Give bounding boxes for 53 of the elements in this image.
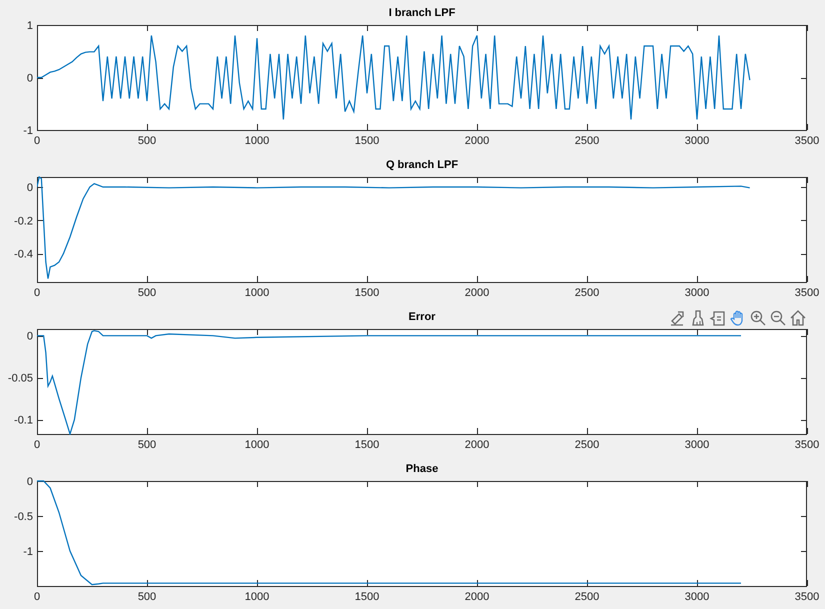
tick-label: -0.1 (14, 414, 33, 427)
chart-title: Error (408, 311, 436, 324)
tick-label: 0 (26, 476, 33, 488)
tick-label: 2500 (574, 591, 600, 603)
tick-label: 3500 (794, 287, 820, 299)
tick-label: 1500 (354, 287, 380, 299)
tick-label: 3500 (794, 439, 820, 451)
chart-title: Phase (406, 463, 438, 476)
tick-label: 2000 (464, 287, 490, 299)
tick-label: 1 (26, 20, 33, 32)
chart-title: Q branch LPF (386, 159, 458, 172)
tick-label: 500 (138, 591, 156, 603)
tick-label: -1 (23, 546, 33, 558)
tick-label: -0.5 (14, 511, 33, 523)
tick-label: 1000 (244, 439, 270, 451)
tick-label: 2000 (464, 591, 490, 603)
tick-label: 0 (34, 439, 40, 451)
tick-label: 1000 (244, 591, 270, 603)
tick-label: 0 (34, 591, 40, 603)
tick-label: 3000 (684, 287, 710, 299)
tick-label: 0 (34, 287, 40, 299)
tick-label: 500 (138, 439, 156, 451)
tick-label: 1000 (244, 287, 270, 299)
tick-label: -0.2 (14, 215, 33, 228)
tick-label: 2500 (574, 287, 600, 299)
tick-label: -0.05 (8, 372, 33, 385)
tick-label: 2000 (464, 135, 490, 147)
tick-label: 3000 (684, 591, 710, 603)
export-icon[interactable] (668, 309, 686, 327)
tick-label: 2500 (574, 439, 600, 451)
tick-label: 3500 (794, 591, 820, 603)
tick-label: 1500 (354, 439, 380, 451)
legend-icon[interactable] (708, 309, 726, 327)
tick-label: 3000 (684, 439, 710, 451)
tick-label: 0 (26, 72, 33, 84)
chart-title: I branch LPF (388, 7, 456, 20)
tick-label: -0.4 (14, 248, 33, 261)
tick-label: 1500 (354, 135, 380, 147)
tick-label: 3500 (794, 135, 820, 147)
tick-label: 2000 (464, 439, 490, 451)
tick-label: 3000 (684, 135, 710, 147)
tick-label: 0 (26, 330, 33, 343)
tick-label: 0 (26, 182, 33, 194)
tick-label: 2500 (574, 135, 600, 147)
tick-label: 500 (138, 135, 156, 147)
zoom-out-icon[interactable] (768, 309, 786, 327)
home-icon[interactable] (788, 309, 806, 327)
tick-label: 1000 (244, 135, 270, 147)
tick-label: -1 (23, 125, 33, 137)
zoom-in-icon[interactable] (748, 309, 766, 327)
tick-label: 500 (138, 287, 156, 299)
tick-label: 1500 (354, 591, 380, 603)
tick-label: 0 (34, 135, 40, 147)
